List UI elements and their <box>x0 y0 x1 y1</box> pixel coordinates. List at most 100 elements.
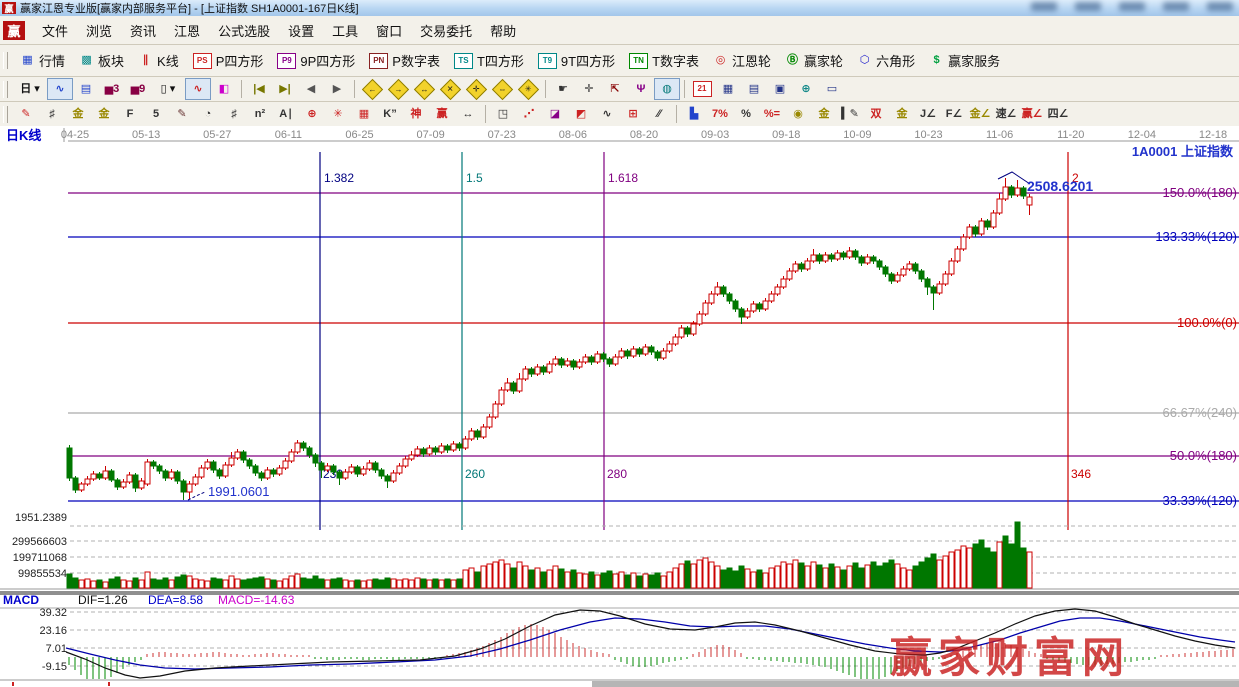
gann-diamond-star-button[interactable]: ✳ <box>515 78 541 100</box>
kline-chart[interactable]: 04-2505-1305-2706-1106-2507-0907-2308-06… <box>0 126 1239 687</box>
menu-item-交易委托[interactable]: 交易委托 <box>411 18 481 43</box>
menu-item-江恩[interactable]: 江恩 <box>165 18 209 43</box>
calendar-button[interactable]: 21 <box>689 78 715 100</box>
t-square-button[interactable]: TST四方形 <box>447 48 531 73</box>
n2-tool-icon: n² <box>253 107 268 121</box>
print-button[interactable]: ▭ <box>819 78 845 100</box>
gann-diamond-hmove-button[interactable]: ↔ <box>411 78 437 100</box>
draw-teal-tool-button[interactable]: ◍ <box>654 78 680 100</box>
candle-style-dropdown-button[interactable]: ▯ ▾ <box>151 78 185 100</box>
clock-tool-button[interactable]: ◔ <box>195 103 221 125</box>
f-angle-button[interactable]: F∠ <box>941 103 967 125</box>
chart-pattern-tool-button[interactable]: ∿ <box>47 78 73 100</box>
winner-service-button[interactable]: $赢家服务 <box>922 48 1007 73</box>
fan-box-purple-button[interactable]: ◪ <box>542 103 568 125</box>
sectors-button[interactable]: ▩板块 <box>72 48 131 73</box>
n2-tool-button[interactable]: n² <box>247 103 273 125</box>
ying-grid-button[interactable]: 赢 <box>429 103 455 125</box>
next-page-button[interactable]: ▶ <box>324 78 350 100</box>
svg-text:1951.2389: 1951.2389 <box>15 512 67 524</box>
volume-3-tool-button[interactable]: ▅3 <box>99 78 125 100</box>
save-button[interactable]: ▣ <box>767 78 793 100</box>
shen-grid-button[interactable]: 神 <box>403 103 429 125</box>
star-grid-button[interactable]: ✳ <box>325 103 351 125</box>
su-angle-button[interactable]: 速∠ <box>993 103 1019 125</box>
menu-item-文件[interactable]: 文件 <box>33 18 77 43</box>
percent-slash-button[interactable]: 7% <box>707 103 733 125</box>
gann-wheel-button[interactable]: ◎江恩轮 <box>706 48 778 73</box>
gold-lines-button[interactable]: 金 <box>811 103 837 125</box>
crosshair-button[interactable]: ✛ <box>576 78 602 100</box>
bars-pencil-button[interactable]: ▍✎ <box>837 103 863 125</box>
trend-anchor-button[interactable]: ⇱ <box>602 78 628 100</box>
pattern-red-tool-button[interactable]: ∿ <box>185 78 211 100</box>
a-line-tool-button[interactable]: A∣ <box>273 103 299 125</box>
kline-button[interactable]: ∥K线 <box>131 48 186 73</box>
draw-purple-tool-button[interactable]: Ψ <box>628 78 654 100</box>
hexagon-button[interactable]: ⬡六角形 <box>850 48 922 73</box>
candle-box-red-button[interactable]: 双 <box>863 103 889 125</box>
quotes-button[interactable]: ▦行情 <box>13 48 72 73</box>
first-page-button[interactable]: |◀ <box>246 78 272 100</box>
gold-coin-button[interactable]: ◉ <box>785 103 811 125</box>
t-number-table-button[interactable]: TNT数字表 <box>622 48 706 73</box>
menu-item-工具[interactable]: 工具 <box>323 18 367 43</box>
menu-item-帮助[interactable]: 帮助 <box>481 18 525 43</box>
gann-grid-button[interactable]: ♯ <box>39 103 65 125</box>
si-angle-button[interactable]: 四∠ <box>1045 103 1071 125</box>
width-tool-button[interactable]: ↔ <box>455 103 481 125</box>
window-controls[interactable] <box>1031 2 1233 11</box>
9t-square-button[interactable]: T99T四方形 <box>531 48 622 73</box>
gann-wheel-icon: ◎ <box>713 54 728 68</box>
note-pad-button[interactable]: ▤ <box>741 78 767 100</box>
gann-diamond-plus-button[interactable]: ✛ <box>463 78 489 100</box>
gold-grid-1-button[interactable]: 金 <box>65 103 91 125</box>
gann-diamond-double-button[interactable]: ⇔ <box>489 78 515 100</box>
p-number-table-button[interactable]: PNP数字表 <box>362 48 447 73</box>
web-link-button[interactable]: ⊕ <box>793 78 819 100</box>
box-grid-button[interactable]: ▦ <box>351 103 377 125</box>
menu-item-资讯[interactable]: 资讯 <box>121 18 165 43</box>
menu-item-公式选股[interactable]: 公式选股 <box>209 18 279 43</box>
gann-diamond-left-button[interactable]: ← <box>359 78 385 100</box>
period-daily-dropdown-button[interactable]: 日 ▾ <box>13 78 47 100</box>
calculator-button[interactable]: ▦ <box>715 78 741 100</box>
bottom-scrollbar[interactable] <box>0 680 1239 687</box>
menu-item-窗口[interactable]: 窗口 <box>367 18 411 43</box>
toolbar-separator <box>241 80 242 98</box>
k-quote-tool-button[interactable]: K” <box>377 103 403 125</box>
box-handles-button[interactable]: ◳ <box>490 103 516 125</box>
percent-button[interactable]: % <box>733 103 759 125</box>
color-histogram-button[interactable]: ◧ <box>211 78 237 100</box>
percent-line-red-button[interactable]: %= <box>759 103 785 125</box>
zigzag-tool-button[interactable]: ∿ <box>594 103 620 125</box>
info-note-button[interactable]: ▤ <box>73 78 99 100</box>
target-tool-button[interactable]: ⊕ <box>299 103 325 125</box>
pen-grid-button[interactable]: ✎ <box>169 103 195 125</box>
gold-grid-2-button[interactable]: 金 <box>91 103 117 125</box>
fan-red-button[interactable]: ⋰ <box>516 103 542 125</box>
gann-diamond-cross-button[interactable]: ✕ <box>437 78 463 100</box>
menu-item-浏览[interactable]: 浏览 <box>77 18 121 43</box>
9p-square-button[interactable]: P99P四方形 <box>270 48 362 73</box>
prev-page-button[interactable]: ◀ <box>298 78 324 100</box>
scale-bars-button[interactable]: ▙ <box>681 103 707 125</box>
winner-wheel-button[interactable]: Ⓑ赢家轮 <box>778 48 850 73</box>
hash-grid-button[interactable]: ♯ <box>221 103 247 125</box>
fan-box-red-button[interactable]: ◩ <box>568 103 594 125</box>
p-square-button[interactable]: PSP四方形 <box>186 48 271 73</box>
f-grid-button[interactable]: F <box>117 103 143 125</box>
gold-angle-button[interactable]: 金∠ <box>967 103 993 125</box>
ying-angle-button[interactable]: 赢∠ <box>1019 103 1045 125</box>
parallel-lines-button[interactable]: ⁄⁄ <box>646 103 672 125</box>
gann-diamond-right-button[interactable]: → <box>385 78 411 100</box>
pan-hand-button[interactable]: ☛ <box>550 78 576 100</box>
grid-star-red-button[interactable]: ⊞ <box>620 103 646 125</box>
last-page-button[interactable]: ▶| <box>272 78 298 100</box>
draw-pen-button[interactable]: ✎ <box>13 103 39 125</box>
five-grid-button[interactable]: 5 <box>143 103 169 125</box>
gold-box-button[interactable]: 金 <box>889 103 915 125</box>
volume-9-tool-button[interactable]: ▅9 <box>125 78 151 100</box>
menu-item-设置[interactable]: 设置 <box>279 18 323 43</box>
j-angle-button[interactable]: J∠ <box>915 103 941 125</box>
